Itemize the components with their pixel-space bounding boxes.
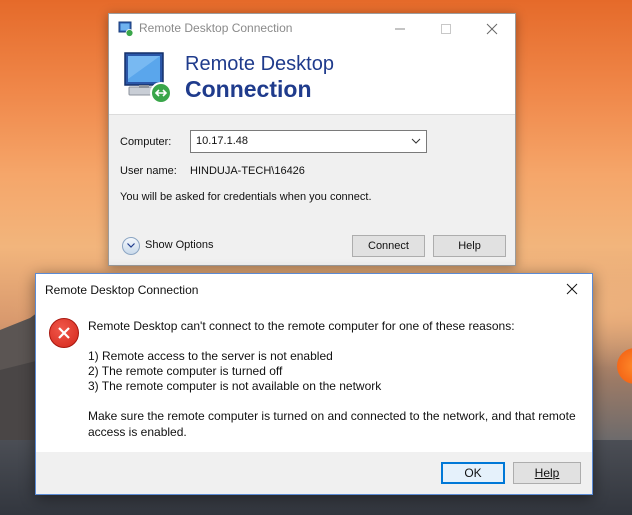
banner-title-line2: Connection	[185, 76, 312, 102]
chevron-down-icon[interactable]	[411, 138, 421, 144]
minimize-icon	[395, 28, 405, 30]
remote-desktop-icon	[124, 52, 172, 104]
show-options-label[interactable]: Show Options	[145, 239, 213, 251]
close-button[interactable]	[469, 14, 515, 44]
error-dialog-title: Remote Desktop Connection	[45, 283, 199, 297]
connect-button[interactable]: Connect	[352, 235, 425, 257]
minimize-button[interactable]	[377, 14, 423, 44]
rdp-titlebar[interactable]: Remote Desktop Connection	[109, 14, 515, 44]
error-advice-line1: Make sure the remote computer is turned …	[88, 409, 576, 423]
close-icon	[566, 283, 578, 295]
rdp-banner: Remote Desktop Connection	[109, 44, 515, 115]
error-dialog-footer: OK Help	[36, 452, 592, 494]
error-close-button[interactable]	[552, 274, 592, 304]
maximize-button[interactable]	[423, 14, 469, 44]
help-button[interactable]: Help	[433, 235, 506, 257]
error-message-intro: Remote Desktop can't connect to the remo…	[88, 319, 515, 333]
rdp-window: Remote Desktop Connection Remote Desktop…	[108, 13, 516, 266]
error-reason-item: 1) Remote access to the server is not en…	[88, 349, 333, 363]
username-value: HINDUJA-TECH\16426	[190, 165, 305, 177]
error-reason-item: 3) The remote computer is not available …	[88, 379, 382, 393]
rdp-window-title: Remote Desktop Connection	[139, 21, 293, 35]
computer-combobox[interactable]: 10.17.1.48	[190, 130, 427, 153]
close-icon	[486, 23, 498, 35]
maximize-icon	[441, 24, 451, 34]
credentials-note: You will be asked for credentials when y…	[120, 191, 372, 203]
ok-button[interactable]: OK	[441, 462, 505, 484]
remote-desktop-icon	[118, 21, 134, 37]
error-help-label[interactable]: Help	[535, 466, 560, 480]
error-reason-item: 2) The remote computer is turned off	[88, 364, 283, 378]
computer-label: Computer:	[120, 136, 172, 148]
error-advice-line2: access is enabled.	[88, 425, 187, 439]
error-icon	[49, 318, 79, 348]
username-label: User name:	[120, 165, 177, 177]
expand-options-icon[interactable]	[122, 237, 140, 255]
error-dialog: Remote Desktop Connection Remote Desktop…	[35, 273, 593, 495]
banner-title-line1: Remote Desktop	[185, 53, 334, 75]
computer-value[interactable]: 10.17.1.48	[196, 135, 248, 147]
error-help-button[interactable]: Help	[513, 462, 581, 484]
